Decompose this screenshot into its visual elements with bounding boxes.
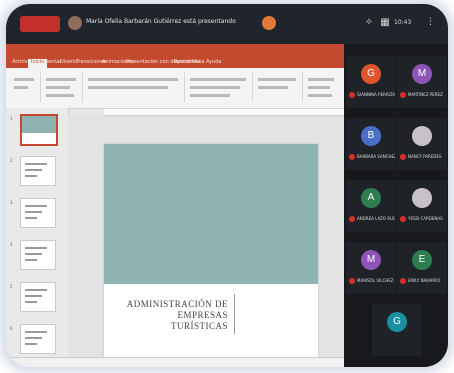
- participant-avatar: G: [387, 312, 407, 332]
- participant-name: MARISOL VILCHEZ: [357, 278, 394, 283]
- muted-mic-icon: [400, 278, 406, 284]
- muted-mic-icon: [349, 154, 355, 160]
- ppt-ribbon-tabs: Archivo Inicio Insertar Diseño Transiciones A…: [6, 58, 344, 68]
- presenter-avatar: [68, 16, 82, 30]
- meeting-time: 10:43: [394, 19, 412, 26]
- slide-thumbnail[interactable]: [20, 156, 56, 186]
- thumbnail-text-line: [25, 253, 42, 255]
- tab-revisar[interactable]: Revisar: [174, 59, 192, 65]
- thumbnail-text-line: [25, 289, 47, 291]
- thumbnail-text-line: [25, 331, 47, 333]
- tab-vista[interactable]: Vista: [192, 59, 204, 65]
- participant-tile[interactable]: B BARBARA SANCHEZ: [346, 118, 396, 170]
- participant-tile[interactable]: NANCY PAREDES: [397, 118, 447, 170]
- participant-name: GIANNINA PERALTA: [357, 92, 395, 97]
- powerpoint-window: Archivo Inicio Insertar Diseño Transiciones A…: [6, 44, 344, 367]
- slide-teal-band: [104, 144, 318, 284]
- muted-mic-icon: [400, 92, 406, 98]
- font-group[interactable]: [84, 72, 185, 102]
- paragraph-group[interactable]: [186, 72, 253, 102]
- participant-tile[interactable]: M MARTINEZ PEREZ: [397, 56, 447, 108]
- muted-mic-icon: [400, 216, 406, 222]
- thumbnail-text-line: [25, 175, 37, 177]
- participant-avatar: A: [361, 188, 381, 208]
- participant-avatar: E: [412, 250, 432, 270]
- notification-avatar: [262, 16, 276, 30]
- tab-ayuda[interactable]: Ayuda: [206, 59, 221, 65]
- participant-name: EMILY NAVARRO: [408, 278, 440, 283]
- clipboard-group[interactable]: [10, 72, 41, 102]
- participant-name: ANDREA LAZO RUIZ: [357, 216, 395, 221]
- slide-thumbnail[interactable]: [20, 324, 56, 354]
- thumbnail-text-line: [25, 169, 42, 171]
- participant-avatar: M: [412, 64, 432, 84]
- participant-tile[interactable]: M MARISOL VILCHEZ: [346, 242, 396, 294]
- thumbnail-band: [22, 116, 56, 133]
- participant-tile[interactable]: E EMILY NAVARRO: [397, 242, 447, 294]
- thumbnail-text-line: [25, 295, 42, 297]
- participant-tile[interactable]: YESSI CARDENAS: [397, 180, 447, 232]
- thumbnail-text-line: [25, 343, 37, 345]
- meeting-top-bar: María Ofelia Barbarán Gutiérrez está pre…: [6, 4, 448, 44]
- editing-group[interactable]: [304, 72, 340, 102]
- tab-insertar[interactable]: Insertar: [42, 59, 61, 65]
- muted-mic-icon: [400, 154, 406, 160]
- presenter-status-text: María Ofelia Barbarán Gutiérrez está pre…: [86, 18, 236, 25]
- thumbnail-number: 1: [10, 116, 13, 121]
- ppt-ribbon: [6, 68, 344, 109]
- thumbnail-text-line: [25, 217, 37, 219]
- thumbnail-number: 3: [10, 200, 13, 205]
- slides-group[interactable]: [42, 72, 83, 102]
- participants-gallery: G GIANNINA PERALTA M MARTINEZ PEREZ B BARBARA…: [344, 44, 448, 367]
- participant-name: NANCY PAREDES: [408, 154, 442, 159]
- thumbnail-number: 2: [10, 158, 13, 163]
- muted-mic-icon: [349, 216, 355, 222]
- thumbnail-number: 6: [10, 326, 13, 331]
- thumbnail-text-line: [25, 301, 37, 303]
- participant-avatar: [412, 188, 432, 208]
- participant-tile[interactable]: G: [372, 304, 422, 356]
- slide-divider: [234, 294, 235, 334]
- thumbnail-number: 4: [10, 242, 13, 247]
- app-logo: [20, 16, 60, 32]
- horizontal-ruler: [104, 109, 344, 116]
- tab-diseño[interactable]: Diseño: [60, 59, 77, 65]
- slide-title: ADMINISTRACIÓN DE EMPRESAS TURÍSTICAS: [126, 299, 228, 331]
- participant-tile[interactable]: A ANDREA LAZO RUIZ: [346, 180, 396, 232]
- participant-avatar: G: [361, 64, 381, 84]
- slide-thumbnails-pane: 1 2 3 4 5 6: [6, 108, 69, 367]
- pin-icon[interactable]: ✧: [362, 17, 376, 29]
- thumbnail-text-line: [25, 211, 42, 213]
- ppt-title-bar: [6, 44, 344, 58]
- participant-tile[interactable]: G GIANNINA PERALTA: [346, 56, 396, 108]
- slide-thumbnail[interactable]: [20, 114, 58, 146]
- participant-name: MARTINEZ PEREZ: [408, 92, 443, 97]
- thumbnail-text-line: [25, 205, 47, 207]
- more-options-icon[interactable]: ⋮: [426, 17, 435, 27]
- participant-avatar: [412, 126, 432, 146]
- thumbnail-text-line: [25, 259, 37, 261]
- screenshot-frame: María Ofelia Barbarán Gutiérrez está pre…: [6, 4, 448, 367]
- muted-mic-icon: [349, 92, 355, 98]
- current-slide[interactable]: ADMINISTRACIÓN DE EMPRESAS TURÍSTICAS: [104, 144, 318, 362]
- slide-thumbnail[interactable]: [20, 198, 56, 228]
- participant-name: YESSI CARDENAS: [408, 216, 443, 221]
- ppt-status-bar: [6, 357, 344, 367]
- participant-avatar: M: [361, 250, 381, 270]
- drawing-group[interactable]: [254, 72, 303, 102]
- participant-avatar: B: [361, 126, 381, 146]
- slide-thumbnail[interactable]: [20, 282, 56, 312]
- muted-mic-icon: [349, 278, 355, 284]
- thumbnail-text-line: [25, 163, 47, 165]
- thumbnail-text-line: [25, 337, 42, 339]
- slide-thumbnail[interactable]: [20, 240, 56, 270]
- layout-icon[interactable]: ▦: [378, 17, 392, 29]
- thumbnail-text-line: [25, 247, 47, 249]
- participant-name: BARBARA SANCHEZ: [357, 154, 395, 159]
- thumbnail-number: 5: [10, 284, 13, 289]
